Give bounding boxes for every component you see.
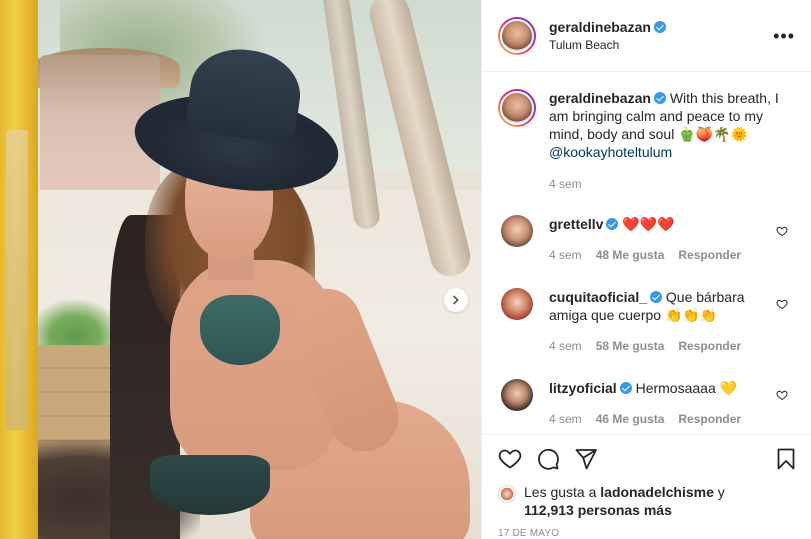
post-header: geraldinebazan Tulum Beach ••• (482, 0, 811, 72)
comment-item: litzyoficial Hermosaaaa 💛 4 sem 46 Me gu… (498, 379, 796, 428)
comment-body: cuquitaoficial_ Que bárbara amiga que cu… (549, 288, 769, 355)
likes-text: Les gusta a ladonadelchisme y 112,913 pe… (524, 483, 725, 519)
post-caption: geraldinebazan With this breath, I am br… (498, 89, 796, 161)
likes-user[interactable]: ladonadelchisme (600, 484, 714, 500)
instagram-post: geraldinebazan Tulum Beach ••• geraldine… (0, 0, 811, 539)
comment-reply-button[interactable]: Responder (678, 410, 741, 428)
caption-username[interactable]: geraldinebazan (549, 90, 651, 106)
comment-text: ❤️❤️❤️ (622, 216, 675, 232)
save-button[interactable] (774, 447, 798, 471)
photo-door-panel (6, 130, 28, 430)
share-button[interactable] (574, 447, 598, 471)
likes-summary: Les gusta a ladonadelchisme y 112,913 pe… (498, 483, 798, 519)
liker-avatar[interactable] (498, 485, 516, 503)
comment-button[interactable] (536, 447, 560, 471)
commenter-avatar[interactable] (501, 379, 533, 411)
caption-time[interactable]: 4 sem (549, 177, 796, 191)
comments-list[interactable]: geraldinebazan With this breath, I am br… (482, 73, 811, 433)
likes-count[interactable]: 112,913 personas más (524, 502, 672, 518)
comment-text: Hermosaaaa 💛 (635, 380, 738, 396)
author-avatar[interactable] (498, 16, 536, 55)
share-icon (575, 449, 597, 470)
heart-icon[interactable] (776, 298, 788, 310)
woman-hat-crown (184, 42, 306, 146)
chevron-right-icon (453, 295, 459, 305)
heart-icon[interactable] (776, 225, 788, 237)
action-icons-row (498, 445, 798, 473)
woman-bikini-bottom (150, 455, 270, 515)
heart-icon[interactable] (776, 389, 788, 401)
verified-badge-icon (619, 382, 632, 394)
post-side-panel: geraldinebazan Tulum Beach ••• geraldine… (481, 0, 811, 539)
comment-time[interactable]: 4 sem (549, 410, 582, 428)
comment-like-count[interactable]: 58 Me gusta (596, 337, 665, 355)
post-actions: Les gusta a ladonadelchisme y 112,913 pe… (482, 434, 811, 539)
like-button[interactable] (498, 447, 522, 471)
heart-icon (498, 449, 522, 469)
author-username[interactable]: geraldinebazan (549, 19, 651, 35)
comment-meta: 4 sem 46 Me gusta Responder (549, 410, 769, 428)
comment-time[interactable]: 4 sem (549, 337, 582, 355)
comment-username[interactable]: litzyoficial (549, 380, 617, 396)
verified-badge-icon (606, 218, 619, 230)
more-options-button[interactable]: ••• (773, 26, 795, 47)
comment-like-count[interactable]: 48 Me gusta (596, 246, 665, 264)
verified-badge-icon (650, 291, 663, 303)
caption-avatar[interactable] (498, 89, 536, 127)
comment-meta: 4 sem 58 Me gusta Responder (549, 337, 769, 355)
comment-meta: 4 sem 48 Me gusta Responder (549, 246, 769, 264)
next-photo-button[interactable] (444, 288, 468, 312)
author-meta: geraldinebazan Tulum Beach (549, 19, 666, 52)
comment-reply-button[interactable]: Responder (678, 337, 741, 355)
likes-connector: y (717, 484, 725, 500)
comment-like-count[interactable]: 46 Me gusta (596, 410, 665, 428)
post-photo[interactable] (0, 0, 481, 539)
comment-username[interactable]: grettellv (549, 216, 603, 232)
comment-item: cuquitaoficial_ Que bárbara amiga que cu… (498, 288, 796, 355)
post-location[interactable]: Tulum Beach (549, 38, 666, 52)
comment-username[interactable]: cuquitaoficial_ (549, 289, 647, 305)
photo-woman (110, 42, 470, 539)
comment-body: litzyoficial Hermosaaaa 💛 4 sem 46 Me gu… (549, 379, 769, 428)
comment-icon (538, 448, 559, 470)
caption-mention-link[interactable]: @kookayhoteltulum (549, 144, 672, 160)
commenter-avatar[interactable] (501, 215, 533, 247)
comment-reply-button[interactable]: Responder (678, 246, 741, 264)
caption-text-block: geraldinebazan With this breath, I am br… (549, 89, 789, 161)
comment-body: grettellv ❤️❤️❤️ 4 sem 48 Me gusta Respo… (549, 215, 769, 264)
bookmark-icon (777, 448, 795, 470)
verified-badge-icon (653, 21, 666, 33)
likes-prefix: Les gusta a (524, 484, 597, 500)
verified-badge-icon (653, 92, 666, 104)
post-date[interactable]: 17 de mayo (498, 528, 798, 539)
woman-bikini-top (200, 295, 280, 365)
commenter-avatar[interactable] (501, 288, 533, 320)
comment-time[interactable]: 4 sem (549, 246, 582, 264)
comment-item: grettellv ❤️❤️❤️ 4 sem 48 Me gusta Respo… (498, 215, 796, 264)
